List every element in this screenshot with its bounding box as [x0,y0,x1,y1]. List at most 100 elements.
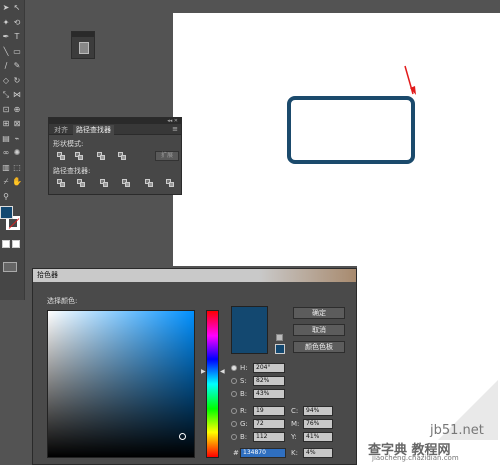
brightness-field[interactable]: 43% [253,389,285,399]
dialog-title[interactable]: 拾色器 [33,269,356,282]
panel-menu-icon[interactable]: ≡ [172,125,178,134]
trim-icon[interactable] [77,179,85,187]
zoom-icon[interactable]: ⚲ [1,192,11,202]
saturation-row: S: 82% [231,376,291,386]
yellow-field[interactable]: 41% [303,432,333,442]
red-field[interactable]: 19 [253,406,285,416]
hex-row: # 134870 [231,448,293,458]
illustrator-workspace: ➤ ↖ ✦ ⟲ ✒ T ╲ ▭ ∕ ✎ ◇ ↻ ⤡ ⋈ ⊡ ⊕ ⊞ ⊠ ▤ ⌁ ∞ ✺ ▥ ⬚ ⌿ ✋ ⚲ ◂◂ ✕ 对齐 路径查找… [0,0,500,465]
scale-icon[interactable]: ⤡ [1,90,11,100]
watermark-url: jiaocheng.chazidian.com [372,454,459,462]
intersect-icon[interactable] [97,152,105,160]
symbol-sprayer-icon[interactable]: ✺ [12,148,22,158]
free-transform-icon[interactable]: ⊡ [1,105,11,115]
green-row: G: 72 [231,419,291,429]
yellow-row: Y: 41% [291,432,351,442]
magenta-row: M: 76% [291,419,351,429]
red-radio[interactable] [231,408,237,414]
none-swatch[interactable] [12,240,20,248]
web-safe-swatch[interactable] [275,344,285,354]
ok-button[interactable]: 确定 [293,307,345,319]
magic-wand-icon[interactable]: ✦ [1,18,11,28]
collapsed-panel[interactable] [71,31,95,59]
brightness-radio[interactable] [231,391,237,397]
minus-back-icon[interactable] [166,179,174,187]
exclude-icon[interactable] [118,152,126,160]
width-icon[interactable]: ⋈ [12,90,22,100]
gradient-icon[interactable]: ▤ [1,134,11,144]
perspective-grid-icon[interactable]: ⊞ [1,119,11,129]
rectangle-icon[interactable]: ▭ [12,47,22,57]
selection-tool-icon[interactable]: ➤ [1,3,11,13]
blue-radio[interactable] [231,434,237,440]
pathfinder-panel: ◂◂ ✕ 对齐 路径查找器 ≡ 形状模式: 扩展 路径查找器: [48,117,182,195]
saturation-label: S: [240,377,247,385]
fill-swatch[interactable] [0,206,13,219]
cyan-field[interactable]: 94% [303,406,333,416]
expand-button[interactable]: 扩展 [155,151,179,161]
black-label: K: [291,449,298,457]
color-field-cursor[interactable] [179,433,186,440]
shape-modes-label: 形状模式: [53,140,84,148]
outline-icon[interactable] [145,179,153,187]
hue-slider[interactable] [206,310,219,458]
yellow-label: Y: [291,433,297,441]
line-icon[interactable]: ╲ [1,47,11,57]
merge-icon[interactable] [100,179,108,187]
saturation-brightness-field[interactable] [47,310,195,458]
tab-align[interactable]: 对齐 [51,125,71,135]
blend-icon[interactable]: ∞ [1,148,11,158]
color-picker-dialog: 拾色器 选择颜色: ▶ ◀ 确定 取消 颜色色板 H: 204° S: 82% … [32,268,357,465]
color-swatches-button[interactable]: 颜色色板 [293,341,345,353]
hue-radio[interactable] [231,365,237,371]
color-mode-swatch[interactable] [2,240,10,248]
cyan-label: C: [291,407,299,415]
tab-pathfinder[interactable]: 路径查找器 [73,125,114,135]
unite-icon[interactable] [57,152,65,160]
hue-slider-arrow-left-icon[interactable]: ▶ [201,369,206,375]
artboard-icon[interactable]: ⬚ [12,163,22,173]
red-arrow-icon [404,65,416,95]
pen-icon[interactable]: ✒ [1,32,11,42]
mesh-icon[interactable]: ⊠ [12,119,22,129]
minus-front-icon[interactable] [75,152,83,160]
column-graph-icon[interactable]: ▥ [1,163,11,173]
panel-tabs: 对齐 路径查找器 ≡ [49,124,181,135]
screen-mode-icon[interactable] [3,262,17,272]
lasso-icon[interactable]: ⟲ [12,18,22,28]
hex-field[interactable]: 134870 [240,448,286,458]
out-of-gamut-cube-icon[interactable] [276,334,283,341]
brightness-row: B: 43% [231,389,291,399]
green-label: G: [240,420,248,428]
green-field[interactable]: 72 [253,419,285,429]
magenta-field[interactable]: 76% [303,419,333,429]
shape-builder-icon[interactable]: ⊕ [12,105,22,115]
hue-label: H: [240,364,248,372]
direct-selection-tool-icon[interactable]: ↖ [12,3,22,13]
type-icon[interactable]: T [12,32,22,42]
saturation-field[interactable]: 82% [253,376,285,386]
pencil-icon[interactable]: ✎ [12,61,22,71]
cancel-button[interactable]: 取消 [293,324,345,336]
hue-field[interactable]: 204° [253,363,285,373]
divide-icon[interactable] [57,179,65,187]
panel-grip[interactable] [72,32,94,37]
saturation-radio[interactable] [231,378,237,384]
crop-icon[interactable] [122,179,130,187]
green-radio[interactable] [231,421,237,427]
black-field[interactable]: 4% [303,448,333,458]
hue-slider-arrow-right-icon[interactable]: ◀ [220,369,225,375]
color-preview [231,306,268,354]
rotate-icon[interactable]: ↻ [12,76,22,86]
magenta-label: M: [291,420,300,428]
pathfinders-label: 路径查找器: [53,167,91,175]
paintbrush-icon[interactable]: ∕ [1,61,11,71]
hand-icon[interactable]: ✋ [12,177,22,187]
red-label: R: [240,407,248,415]
document-icon[interactable] [79,42,89,54]
blue-field[interactable]: 112 [253,432,285,442]
rounded-rectangle-shape[interactable] [287,96,415,164]
slice-icon[interactable]: ⌿ [1,177,11,187]
eyedropper-icon[interactable]: ⌁ [12,134,22,144]
eraser-icon[interactable]: ◇ [1,76,11,86]
